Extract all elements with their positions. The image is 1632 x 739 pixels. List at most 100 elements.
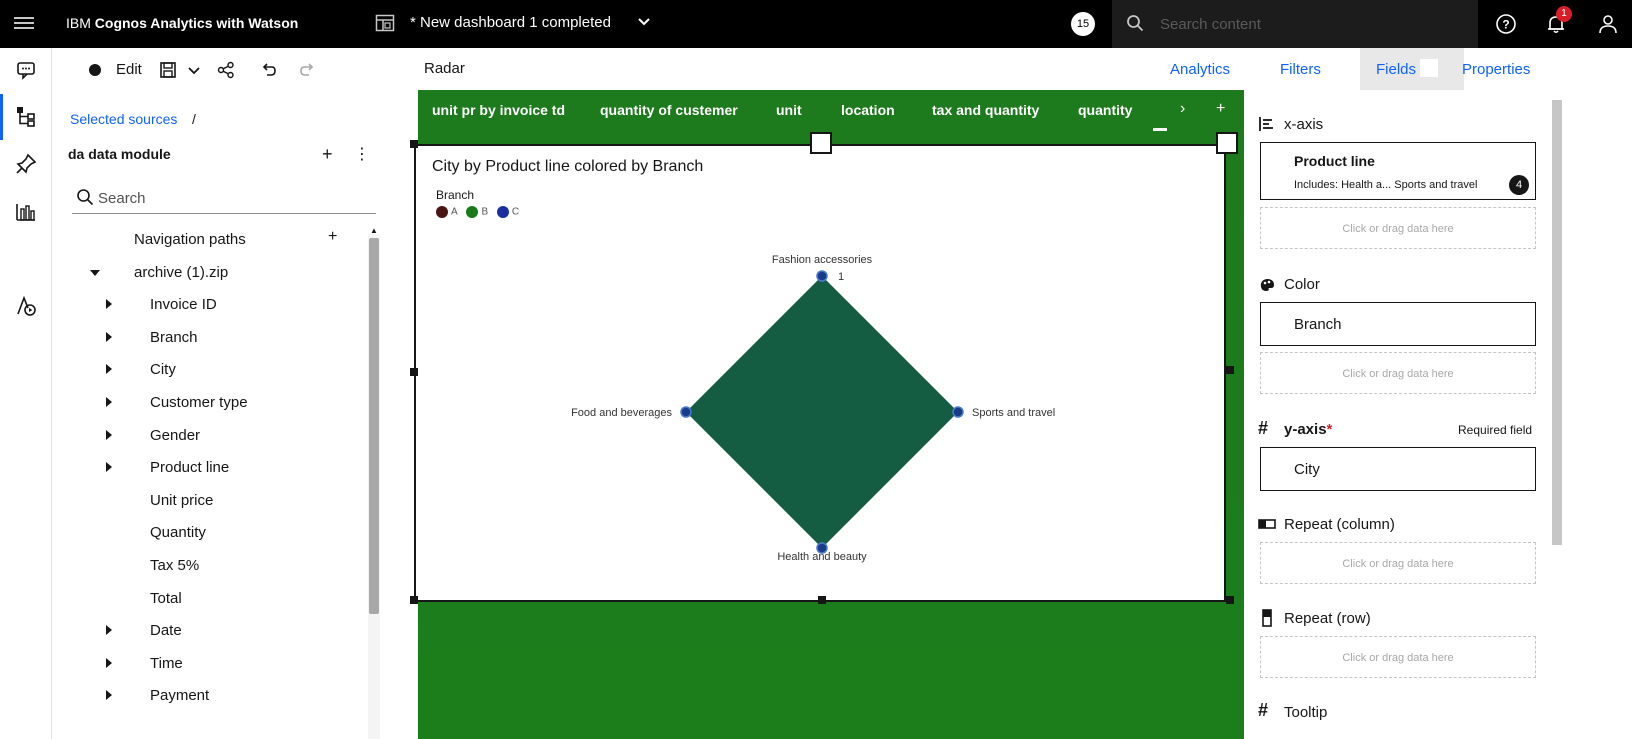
- save-menu-chevron-icon[interactable]: [184, 60, 204, 80]
- radar-point[interactable]: [680, 406, 692, 418]
- source-search-input[interactable]: [98, 186, 368, 210]
- x-axis-drop-zone[interactable]: Click or drag data here: [1260, 207, 1536, 249]
- overflow-menu-icon[interactable]: ⋮: [354, 144, 370, 164]
- edit-mode-icon[interactable]: [89, 64, 101, 76]
- scroll-up-icon[interactable]: ▲: [370, 226, 378, 235]
- comment-icon[interactable]: [14, 58, 38, 82]
- tree-item-label: Payment: [150, 687, 210, 705]
- tab-scroll-right-icon[interactable]: ›: [1180, 100, 1185, 118]
- tree-item[interactable]: Payment: [52, 680, 372, 712]
- radar-point[interactable]: [952, 406, 964, 418]
- tab-analytics[interactable]: Analytics: [1170, 61, 1230, 78]
- share-icon[interactable]: [216, 60, 236, 80]
- tree-item[interactable]: Unit price: [52, 485, 372, 517]
- tree-item[interactable]: Date: [52, 615, 372, 647]
- caret-right-icon[interactable]: [106, 331, 112, 342]
- chevron-down-icon[interactable]: [636, 14, 652, 33]
- widget-menu-handle[interactable]: [1216, 132, 1238, 154]
- repeat-column-heading: Repeat (column): [1284, 516, 1395, 533]
- resize-handle-bottom[interactable]: [818, 596, 826, 604]
- tree-item[interactable]: archive (1).zip: [52, 257, 372, 289]
- repeat-column-drop-zone[interactable]: Click or drag data here: [1260, 542, 1536, 584]
- add-tab-button[interactable]: +: [1216, 100, 1225, 118]
- tree-item[interactable]: Time: [52, 648, 372, 680]
- fields-toggle[interactable]: [1420, 59, 1438, 77]
- dashboard-icon: [375, 14, 395, 32]
- caret-right-icon[interactable]: [106, 462, 112, 473]
- caret-right-icon[interactable]: [106, 397, 112, 407]
- data-tree-icon[interactable]: [14, 104, 38, 128]
- undo-icon[interactable]: [258, 60, 278, 80]
- scrollbar-thumb[interactable]: [369, 238, 379, 614]
- add-navigation-path-icon[interactable]: +: [328, 228, 337, 246]
- radar-widget[interactable]: City by Product line colored by Branch B…: [414, 144, 1226, 602]
- hash-icon: #: [1258, 418, 1269, 438]
- tab-location[interactable]: location: [841, 102, 895, 118]
- help-icon[interactable]: ?: [1494, 12, 1518, 36]
- repeat-row-heading: Repeat (row): [1284, 610, 1371, 627]
- tab-quantity[interactable]: quantity: [1078, 102, 1132, 118]
- resize-handle-left[interactable]: [410, 368, 418, 376]
- resize-handle-top-left[interactable]: [410, 140, 418, 148]
- caret-right-icon[interactable]: [106, 690, 112, 701]
- edit-button[interactable]: Edit: [116, 61, 142, 78]
- tree-item[interactable]: Product line: [52, 452, 372, 484]
- tab-scroll-left-icon[interactable]: ‹: [412, 100, 417, 118]
- tab-unit-pr-by-invoice[interactable]: unit pr by invoice td: [432, 102, 565, 118]
- tab-tax-and-quantity[interactable]: tax and quantity: [932, 102, 1039, 118]
- tree-item[interactable]: City: [52, 354, 372, 386]
- pin-icon[interactable]: [14, 152, 38, 176]
- radar-point[interactable]: [816, 270, 828, 282]
- hamburger-menu-icon[interactable]: [14, 14, 34, 34]
- save-icon[interactable]: [158, 60, 178, 80]
- tree-item[interactable]: Navigation paths: [52, 224, 372, 256]
- tab-properties[interactable]: Properties: [1462, 61, 1530, 78]
- tree-item[interactable]: Gender: [52, 420, 372, 452]
- caret-right-icon[interactable]: [106, 299, 112, 310]
- caret-right-icon[interactable]: [106, 657, 112, 668]
- tree-item[interactable]: Quantity: [52, 517, 372, 549]
- assistant-icon[interactable]: [14, 294, 38, 318]
- tree-item[interactable]: Branch: [52, 322, 372, 354]
- activity-counter[interactable]: 15: [1071, 12, 1095, 36]
- radar-chart[interactable]: Fashion accessories Sports and travel Heal…: [416, 146, 1224, 600]
- dashboard-canvas[interactable]: ‹ unit pr by invoice td quantity of cust…: [410, 90, 1244, 739]
- caret-right-icon[interactable]: [106, 364, 112, 375]
- tree-item[interactable]: Tax 5%: [52, 550, 372, 582]
- caret-right-icon[interactable]: [106, 625, 112, 636]
- search-input[interactable]: [1160, 12, 1460, 36]
- visualizations-icon[interactable]: [14, 200, 38, 224]
- fields-panel-scrollbar[interactable]: [1552, 100, 1562, 545]
- resize-handle-right[interactable]: [1226, 366, 1234, 374]
- tab-unit[interactable]: unit: [776, 102, 802, 118]
- y-axis-field[interactable]: City: [1260, 447, 1536, 491]
- dashboard-title[interactable]: * New dashboard 1 completed: [410, 14, 611, 31]
- search-bar[interactable]: [1112, 0, 1478, 48]
- resize-handle-bottom-left[interactable]: [410, 596, 418, 604]
- radar-area[interactable]: [686, 276, 958, 548]
- caret-right-icon[interactable]: [106, 429, 112, 440]
- tree-item[interactable]: Invoice ID: [52, 289, 372, 321]
- x-axis-field[interactable]: Product line Includes: Health a... Sport…: [1260, 142, 1536, 200]
- color-drop-zone[interactable]: Click or drag data here: [1260, 352, 1536, 394]
- source-scrollbar[interactable]: ▲: [368, 226, 380, 739]
- breadcrumb-selected-sources[interactable]: Selected sources: [70, 111, 177, 127]
- tab-fields[interactable]: Fields: [1376, 61, 1416, 78]
- app-title-prefix: IBM: [66, 15, 95, 31]
- tree-item-label: archive (1).zip: [134, 263, 229, 281]
- left-rail: [0, 48, 52, 739]
- color-field[interactable]: Branch: [1260, 302, 1536, 346]
- tree-item[interactable]: Total: [52, 583, 372, 615]
- tab-quantity-of-custemer[interactable]: quantity of custemer: [600, 102, 738, 118]
- resize-handle-bottom-right[interactable]: [1226, 596, 1234, 604]
- move-handle[interactable]: [810, 132, 832, 154]
- repeat-column-icon: [1258, 519, 1276, 529]
- redo-icon[interactable]: [298, 60, 318, 80]
- tree-item[interactable]: Customer type: [52, 387, 372, 419]
- user-icon[interactable]: [1596, 12, 1620, 36]
- tab-filters[interactable]: Filters: [1280, 61, 1321, 78]
- repeat-row-drop-zone[interactable]: Click or drag data here: [1260, 636, 1536, 678]
- source-search[interactable]: [72, 182, 376, 214]
- add-source-icon[interactable]: +: [322, 144, 333, 165]
- caret-down-icon[interactable]: [90, 269, 100, 276]
